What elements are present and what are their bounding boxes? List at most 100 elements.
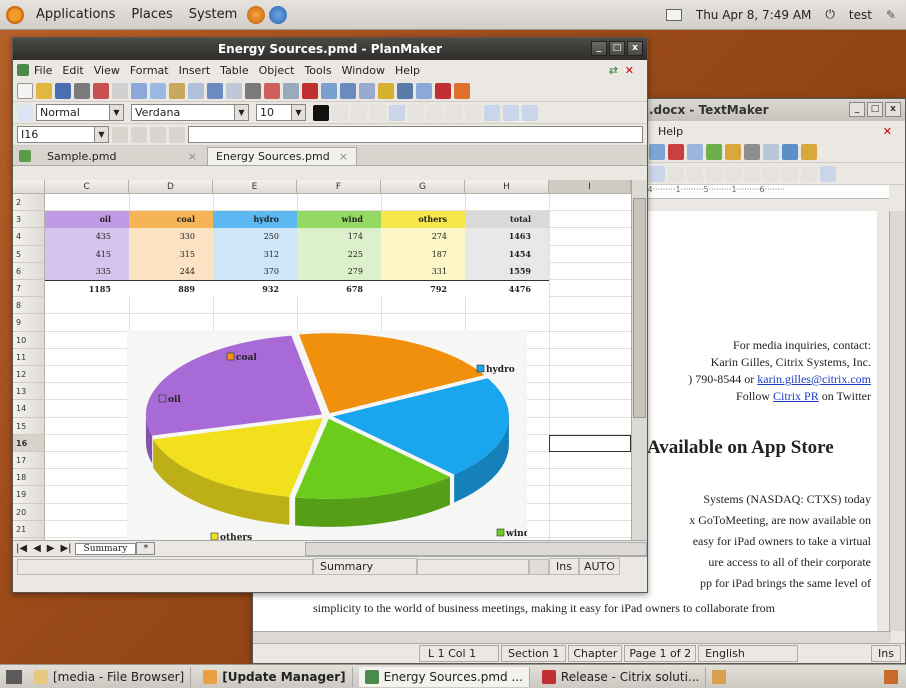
row-header-21[interactable]: 21 bbox=[13, 520, 45, 538]
size-combo[interactable]: 10 ▼ bbox=[256, 104, 306, 121]
column-header-g[interactable]: G bbox=[381, 180, 465, 194]
sheet-tab-summary[interactable]: Summary bbox=[74, 542, 137, 555]
workspace-switcher[interactable] bbox=[884, 669, 898, 684]
column-header-d[interactable]: D bbox=[129, 180, 213, 194]
column-header-i[interactable]: I bbox=[549, 180, 631, 194]
prev-sheet-icon[interactable]: ◀ bbox=[30, 543, 44, 554]
insert-icon[interactable] bbox=[687, 143, 703, 160]
table-cell[interactable]: 932 bbox=[213, 280, 297, 298]
table-cell[interactable]: 415 bbox=[45, 245, 129, 263]
frame-icon[interactable] bbox=[321, 82, 337, 99]
close-doc-icon[interactable]: ✕ bbox=[878, 125, 897, 138]
wrap-icon[interactable] bbox=[503, 104, 519, 121]
clock[interactable]: Thu Apr 8, 7:49 AM bbox=[696, 8, 812, 22]
table-header-others[interactable]: others bbox=[381, 211, 465, 229]
row-header-16[interactable]: 16 bbox=[13, 434, 45, 452]
planmaker-titlebar[interactable]: Energy Sources.pmd - PlanMaker _ □ x bbox=[13, 38, 647, 60]
table-cell[interactable]: 315 bbox=[129, 245, 213, 263]
sheet-hscroll[interactable] bbox=[305, 541, 647, 556]
row-header-7[interactable]: 7 bbox=[13, 280, 45, 298]
table-header-hydro[interactable]: hydro bbox=[213, 211, 297, 229]
tab-decimal-icon[interactable] bbox=[801, 165, 817, 182]
highlight-icon[interactable] bbox=[389, 104, 405, 121]
firefox-icon[interactable] bbox=[247, 5, 266, 24]
table-icon[interactable] bbox=[744, 143, 760, 160]
ubuntu-logo-icon[interactable] bbox=[6, 5, 24, 24]
menu-insert[interactable]: Insert bbox=[174, 64, 216, 77]
table-header-oil[interactable]: oil bbox=[45, 211, 129, 229]
copy-icon[interactable] bbox=[150, 82, 166, 99]
extra-icon[interactable] bbox=[801, 143, 817, 160]
grid-icon[interactable] bbox=[340, 82, 356, 99]
places-menu[interactable]: Places bbox=[123, 7, 180, 22]
bold-icon[interactable] bbox=[332, 104, 348, 121]
pointer-icon[interactable] bbox=[17, 104, 33, 121]
spell-icon[interactable] bbox=[706, 143, 722, 160]
cut-icon[interactable] bbox=[131, 82, 147, 99]
menu-tools[interactable]: Tools bbox=[299, 64, 336, 77]
close-doc-icon[interactable]: ✕ bbox=[620, 64, 639, 77]
table-cell[interactable]: 1454 bbox=[465, 245, 549, 263]
row-header-19[interactable]: 19 bbox=[13, 486, 45, 504]
system-menu[interactable]: System bbox=[181, 7, 245, 22]
pencil-icon[interactable] bbox=[378, 82, 394, 99]
row-header-6[interactable]: 6 bbox=[13, 262, 45, 280]
menu-help[interactable]: Help bbox=[653, 125, 688, 138]
column-header-c[interactable]: C bbox=[45, 180, 129, 194]
row-header-2[interactable]: 2 bbox=[13, 194, 45, 212]
applications-menu[interactable]: Applications bbox=[28, 7, 123, 22]
minimize-button[interactable]: _ bbox=[591, 41, 607, 56]
close-button[interactable]: x bbox=[885, 102, 901, 117]
menu-file[interactable]: File bbox=[29, 64, 57, 77]
task-file-browser[interactable]: [media - File Browser] bbox=[28, 666, 192, 687]
new-icon[interactable] bbox=[17, 82, 33, 99]
ruler[interactable]: ·4·········1·········5·········1········… bbox=[645, 185, 889, 199]
minimize-button[interactable]: _ bbox=[849, 102, 865, 117]
open-icon[interactable] bbox=[36, 82, 52, 99]
format-painter-icon[interactable] bbox=[188, 82, 204, 99]
align-left-icon[interactable] bbox=[408, 104, 424, 121]
menu-window[interactable]: Window bbox=[337, 64, 390, 77]
zoom-icon[interactable] bbox=[283, 82, 299, 99]
align-center-icon[interactable] bbox=[687, 165, 703, 182]
table-header-coal[interactable]: coal bbox=[129, 211, 213, 229]
align-right-icon[interactable] bbox=[446, 104, 462, 121]
table-cell[interactable]: 312 bbox=[213, 245, 297, 263]
align-center-icon[interactable] bbox=[427, 104, 443, 121]
table-header-total[interactable]: total bbox=[465, 211, 549, 229]
row-header-15[interactable]: 15 bbox=[13, 417, 45, 435]
row-header-9[interactable]: 9 bbox=[13, 314, 45, 332]
row-header-4[interactable]: 4 bbox=[13, 228, 45, 246]
menu-edit[interactable]: Edit bbox=[57, 64, 88, 77]
column-header-h[interactable]: H bbox=[465, 180, 549, 194]
underline-icon[interactable] bbox=[370, 104, 386, 121]
table-cell[interactable]: 250 bbox=[213, 228, 297, 246]
table-cell[interactable]: 4476 bbox=[465, 280, 549, 298]
table-cell[interactable]: 335 bbox=[45, 262, 129, 280]
chart-icon[interactable] bbox=[264, 82, 280, 99]
table-cell[interactable]: 174 bbox=[297, 228, 381, 246]
menu-object[interactable]: Object bbox=[254, 64, 300, 77]
help-icon[interactable] bbox=[269, 5, 288, 24]
table-cell[interactable]: 187 bbox=[381, 245, 465, 263]
find-icon[interactable] bbox=[245, 82, 261, 99]
redo-icon[interactable] bbox=[226, 82, 242, 99]
table-header-wind[interactable]: wind bbox=[297, 211, 381, 229]
app-icon[interactable] bbox=[17, 64, 29, 76]
sum-icon[interactable] bbox=[169, 126, 185, 143]
close-button[interactable]: x bbox=[627, 41, 643, 56]
table-cell[interactable]: 1463 bbox=[465, 228, 549, 246]
object-icon[interactable] bbox=[782, 143, 798, 160]
frame-icon[interactable] bbox=[763, 143, 779, 160]
trash-icon[interactable] bbox=[712, 669, 727, 684]
table-cell[interactable]: 1559 bbox=[465, 262, 549, 280]
table-cell[interactable]: 889 bbox=[129, 280, 213, 298]
last-sheet-icon[interactable]: ▶| bbox=[57, 543, 74, 554]
filter-icon[interactable] bbox=[416, 82, 432, 99]
menu-format[interactable]: Format bbox=[125, 64, 174, 77]
textmaker-vscroll[interactable] bbox=[889, 211, 905, 631]
task-energy-sources[interactable]: Energy Sources.pmd ... bbox=[358, 666, 530, 687]
pie-chart[interactable]: oil coal hydro wind others bbox=[127, 330, 527, 540]
task-release[interactable]: Release - Citrix soluti... bbox=[536, 666, 707, 687]
menu-table[interactable]: Table bbox=[215, 64, 253, 77]
